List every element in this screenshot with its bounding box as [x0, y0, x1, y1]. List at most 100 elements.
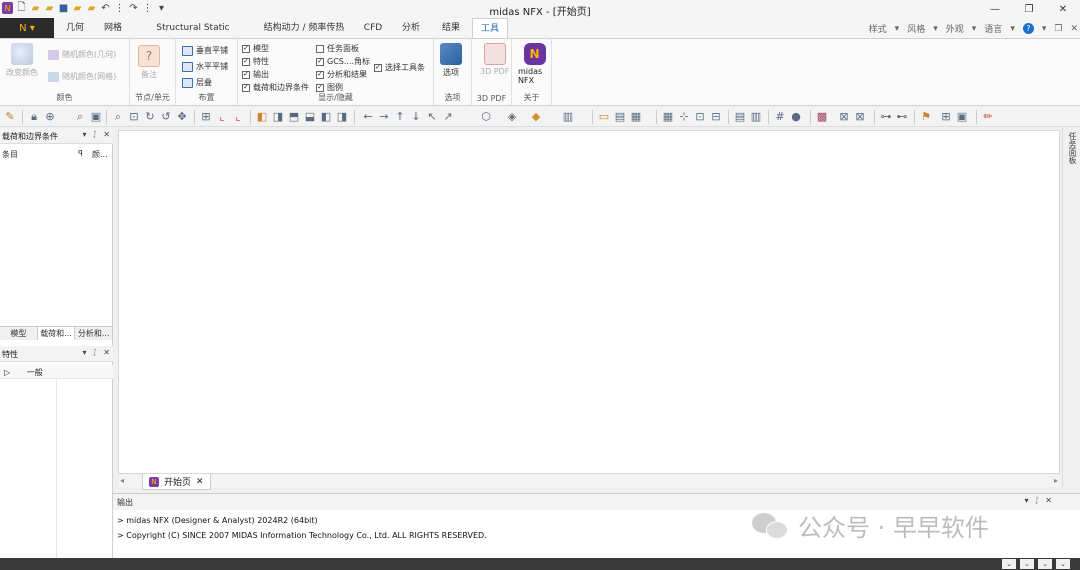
select-icon[interactable]: ✎: [4, 111, 16, 123]
checkbox-output[interactable]: ✓: [242, 70, 250, 79]
cascade-button[interactable]: 层叠: [182, 77, 212, 88]
random-color-mesh-button[interactable]: 随机颜色(网格): [48, 71, 116, 82]
capture-alt-icon[interactable]: ▣: [956, 111, 968, 123]
tab-dynamics[interactable]: 结构动力 / 频率传热: [256, 18, 352, 38]
tab-analysis-results[interactable]: 分析和...: [75, 327, 114, 340]
close-button[interactable]: ✕: [1046, 0, 1080, 18]
arrow-up-icon[interactable]: ↑: [394, 111, 406, 123]
ribbon-restore-icon[interactable]: ❐: [1054, 24, 1062, 34]
app-menu-button[interactable]: N ▾: [0, 18, 54, 38]
checkbox-select-toolbar[interactable]: ✓: [374, 63, 382, 72]
arrow-left-icon[interactable]: ←: [362, 111, 374, 123]
hash-icon[interactable]: #: [774, 111, 786, 123]
help-icon[interactable]: ?: [1022, 23, 1034, 34]
bookmark-icon[interactable]: ⚑: [920, 111, 932, 123]
help-dropdown-icon[interactable]: ▾: [1042, 24, 1047, 34]
rotate-ccw-icon[interactable]: ↺: [160, 111, 172, 123]
toggle-property[interactable]: ✓ 特性: [242, 56, 269, 67]
zoom-window-icon[interactable]: ⌕: [112, 111, 124, 123]
pencil-icon[interactable]: ✏: [982, 111, 994, 123]
render-mesh-icon[interactable]: ▦: [630, 111, 642, 123]
note-button[interactable]: ? 备注: [138, 45, 160, 80]
display-mode-icon[interactable]: ▥: [562, 111, 574, 123]
random-color-geometry-button[interactable]: 随机颜色(几何): [48, 49, 116, 60]
section-icon[interactable]: ▤: [734, 111, 746, 123]
axis-icon[interactable]: ⌞: [216, 111, 228, 123]
view-bottom-icon[interactable]: ⬓: [304, 111, 316, 123]
view-back-icon[interactable]: ◨: [272, 111, 284, 123]
checkbox-gcs[interactable]: ✓: [316, 57, 324, 66]
tab-cfd[interactable]: CFD: [358, 18, 388, 38]
toggle-analysis-results[interactable]: ✓ 分析和结果: [316, 69, 367, 80]
axis-alt-icon[interactable]: ⌞: [232, 111, 244, 123]
view-front-icon[interactable]: ◧: [256, 111, 268, 123]
sphere-icon[interactable]: ●: [790, 111, 802, 123]
render-icon[interactable]: ▭: [598, 111, 610, 123]
tab-geometry[interactable]: 几何: [58, 18, 92, 38]
capture-icon[interactable]: ⊞: [940, 111, 952, 123]
tab-tools[interactable]: 工具: [472, 18, 508, 38]
main-viewport[interactable]: [118, 130, 1060, 474]
pin-icon[interactable]: ᛇ: [92, 130, 97, 139]
tab-loads[interactable]: 载荷和...: [37, 327, 76, 340]
fit-icon[interactable]: ▣: [90, 111, 102, 123]
toggle-model[interactable]: ✓ 模型: [242, 43, 269, 54]
query-alt-icon[interactable]: ⊠: [854, 111, 866, 123]
theme-menu[interactable]: 风格: [907, 22, 925, 35]
tab-model[interactable]: 模型: [0, 327, 38, 340]
tab-start-page[interactable]: N 开始页 ✕: [142, 474, 211, 490]
tab-structural-static[interactable]: Structural Static Analysis: [138, 18, 248, 53]
change-color-button[interactable]: 改变颜色: [6, 43, 38, 78]
properties-dropdown-icon[interactable]: ▾: [82, 348, 86, 357]
properties-pin-icon[interactable]: ᛇ: [92, 348, 97, 357]
arrow-ne-icon[interactable]: ↗: [442, 111, 454, 123]
element-icon[interactable]: ⊹: [678, 111, 690, 123]
status-dropdown-1[interactable]: ⌄: [1002, 559, 1016, 569]
move-icon[interactable]: ✥: [176, 111, 188, 123]
tab-results[interactable]: 结果: [434, 18, 468, 38]
minimize-button[interactable]: —: [978, 0, 1012, 18]
shading-icon[interactable]: ◆: [530, 111, 542, 123]
language-menu[interactable]: 语言: [984, 22, 1002, 35]
mesh-display-icon[interactable]: ▦: [662, 111, 674, 123]
tab-mesh[interactable]: 网格: [96, 18, 130, 38]
restore-button[interactable]: ❐: [1012, 0, 1046, 18]
ribbon-close-icon[interactable]: ✕: [1070, 24, 1078, 34]
lock-icon[interactable]: 🔒︎: [28, 111, 40, 123]
query-icon[interactable]: ⊠: [838, 111, 850, 123]
measure-icon[interactable]: ⊶: [880, 111, 892, 123]
status-dropdown-4[interactable]: ⌄: [1056, 559, 1070, 569]
arrow-right-icon[interactable]: →: [378, 111, 390, 123]
iso-view-icon[interactable]: ⬡: [480, 111, 492, 123]
zoom-icon[interactable]: ⌕: [74, 111, 86, 123]
grid-view-icon[interactable]: ⊞: [200, 111, 212, 123]
toggle-task-panel[interactable]: 任务面板: [316, 43, 359, 54]
unlock-icon[interactable]: ⊕: [44, 111, 56, 123]
node-icon[interactable]: ⊡: [694, 111, 706, 123]
pan-icon[interactable]: ⊡: [128, 111, 140, 123]
property-group-row[interactable]: ▷ 一般: [0, 365, 113, 379]
pane-close-icon[interactable]: ✕: [103, 130, 110, 139]
status-dropdown-3[interactable]: ⌄: [1038, 559, 1052, 569]
view-left-icon[interactable]: ◧: [320, 111, 332, 123]
toggle-select-toolbar[interactable]: ✓ 选择工具条: [374, 62, 425, 73]
status-dropdown-2[interactable]: ⌄: [1020, 559, 1034, 569]
style-menu[interactable]: 样式: [869, 22, 887, 35]
checkbox-property[interactable]: ✓: [242, 57, 250, 66]
start-page-close-icon[interactable]: ✕: [196, 477, 204, 487]
options-button[interactable]: 选项: [440, 43, 462, 78]
column-color[interactable]: 颜...: [92, 149, 108, 160]
measure-alt-icon[interactable]: ⊷: [896, 111, 908, 123]
expand-icon[interactable]: ▷: [4, 368, 10, 377]
view-top-icon[interactable]: ⬒: [288, 111, 300, 123]
layers-icon[interactable]: ◈: [506, 111, 518, 123]
task-panel-strip[interactable]: 任务面板: [1062, 128, 1080, 488]
tile-vertical-button[interactable]: 垂直平铺: [182, 45, 228, 56]
section-alt-icon[interactable]: ▥: [750, 111, 762, 123]
properties-close-icon[interactable]: ✕: [103, 348, 110, 357]
free-edge-icon[interactable]: ⊟: [710, 111, 722, 123]
output-pin-icon[interactable]: ᛇ: [1034, 496, 1039, 505]
arrow-down-icon[interactable]: ↓: [410, 111, 422, 123]
view-right-icon[interactable]: ◨: [336, 111, 348, 123]
toggle-gcs[interactable]: ✓ GCS....角标: [316, 56, 370, 67]
